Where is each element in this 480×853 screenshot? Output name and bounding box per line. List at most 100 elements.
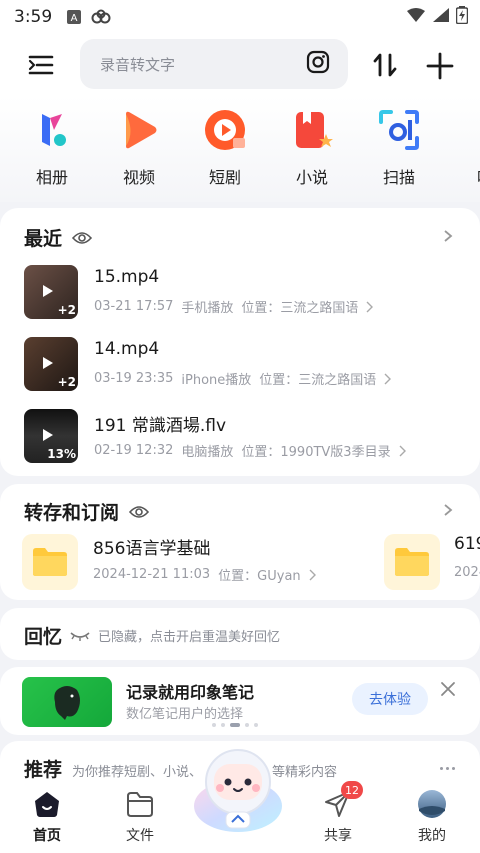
folder-date: 2024 <box>454 565 480 580</box>
play-icon <box>43 357 53 369</box>
file-date: 03-19 23:35 <box>94 371 174 386</box>
quick-nav-novel[interactable]: 小说 <box>282 108 342 188</box>
eye-icon[interactable] <box>129 505 150 519</box>
video-icon <box>117 108 161 152</box>
search-bar[interactable]: 录音转文字 <box>80 39 348 89</box>
chevron-right-icon <box>399 445 406 456</box>
evernote-logo <box>22 677 112 727</box>
folder-name: 619 <box>454 534 480 554</box>
file-meta: 02-19 12:32 电脑播放 位置：1990TV版3季目录 <box>94 441 407 460</box>
recommend-title: 推荐 <box>24 759 63 781</box>
chevron-right-icon <box>309 569 316 580</box>
recent-header[interactable]: 最近 <box>24 224 93 251</box>
memories-card[interactable]: 回忆 已隐藏，点击开启重温美好回忆 <box>0 608 480 660</box>
progress-badge: 13% <box>47 447 76 461</box>
novel-icon <box>290 108 334 152</box>
quick-nav: 相册 视频 短剧 小说 扫描 听 <box>0 96 480 202</box>
tab-share[interactable]: 12 共享 <box>303 781 373 845</box>
menu-button[interactable] <box>24 48 58 82</box>
quick-nav-label: 小说 <box>295 168 328 187</box>
profile-avatar <box>417 789 447 819</box>
notification-a-icon: A <box>66 9 82 25</box>
file-location[interactable]: 位置：三流之路国语 <box>259 369 376 388</box>
ad-title: 记录就用印象笔记 <box>126 683 255 702</box>
play-device: 手机播放 <box>181 301 234 316</box>
share-notification-badge: 12 <box>341 781 363 799</box>
recent-title: 最近 <box>24 228 63 250</box>
ad-try-button[interactable]: 去体验 <box>352 683 428 715</box>
file-name: 14.mp4 <box>94 339 160 359</box>
video-thumbnail: +2 <box>24 337 78 391</box>
memories-title: 回忆 <box>24 626 63 648</box>
eye-icon[interactable] <box>72 231 93 245</box>
app-notification-icon <box>90 9 112 25</box>
folder-location[interactable]: 位置：GUyan <box>218 565 301 584</box>
quick-nav-short-drama[interactable]: 短剧 <box>195 108 255 188</box>
folder-icon <box>384 534 440 590</box>
file-meta: 03-19 23:35 iPhone播放 位置：三流之路国语 <box>94 369 392 388</box>
search-placeholder: 录音转文字 <box>100 55 176 74</box>
quick-nav-label: 视频 <box>122 168 155 187</box>
quick-nav-scan[interactable]: 扫描 <box>369 108 429 188</box>
video-thumbnail: 13% <box>24 409 78 463</box>
file-location[interactable]: 位置：三流之路国语 <box>241 297 358 316</box>
memories-note-text: 已隐藏，点击开启重温美好回忆 <box>98 630 281 645</box>
play-device: iPhone播放 <box>181 373 252 388</box>
add-button[interactable] <box>422 48 458 84</box>
mascot-assistant-button[interactable] <box>190 742 286 838</box>
elephant-icon <box>54 686 80 720</box>
quick-nav-label: 听 <box>455 164 480 188</box>
file-name: 191 常識酒場.flv <box>94 416 227 436</box>
quick-nav-label: 短剧 <box>208 168 241 187</box>
recent-item[interactable]: +2 14.mp4 03-19 23:35 iPhone播放 位置：三流之路国语 <box>24 337 464 391</box>
tab-profile[interactable]: 我的 <box>397 789 467 845</box>
ad-subtitle: 数亿笔记用户的选择 <box>126 707 244 722</box>
chevron-right-icon <box>366 301 374 312</box>
folder-name: 856语言学基础 <box>93 539 211 559</box>
quick-nav-video[interactable]: 视频 <box>109 108 169 188</box>
tab-label: 首页 <box>33 828 61 844</box>
top-header: 录音转文字 <box>0 34 480 96</box>
svg-text:A: A <box>71 13 78 24</box>
quick-nav-album[interactable]: 相册 <box>22 108 82 188</box>
recent-card: 最近 +2 15.mp4 03-21 17:57 手机播放 位置：三流之路国语 … <box>0 208 480 476</box>
close-icon[interactable] <box>440 681 456 697</box>
subscriptions-card: 转存和订阅 856语言学基础 2024-12-21 11:03 位置：GUyan… <box>0 484 480 600</box>
carousel-dot <box>245 723 249 727</box>
quick-nav-listen[interactable]: 听 <box>455 108 480 188</box>
recent-item[interactable]: +2 15.mp4 03-21 17:57 手机播放 位置：三流之路国语 <box>24 265 464 319</box>
signal-icon <box>432 7 450 28</box>
ad-banner[interactable]: 记录就用印象笔记 数亿笔记用户的选择 去体验 <box>0 667 480 735</box>
file-name: 15.mp4 <box>94 267 160 287</box>
chevron-right-icon[interactable] <box>442 230 454 242</box>
status-time: 3:59 <box>14 7 53 27</box>
chevron-right-icon <box>384 373 392 384</box>
tab-files[interactable]: 文件 <box>105 789 175 845</box>
carousel-dot <box>221 723 225 727</box>
more-icon[interactable] <box>440 767 455 770</box>
wifi-icon <box>406 7 426 28</box>
carousel-dot <box>254 723 258 727</box>
folder-item[interactable]: 619 2024 <box>384 534 480 590</box>
share-icon: 12 <box>323 781 363 819</box>
file-location[interactable]: 位置：1990TV版3季目录 <box>241 441 390 460</box>
battery-icon <box>455 5 469 29</box>
astronaut-mascot-icon <box>194 749 282 832</box>
transfer-button[interactable] <box>368 48 402 82</box>
folder-meta: 2024-12-21 11:03 位置：GUyan <box>93 565 317 584</box>
home-icon <box>32 789 62 819</box>
closed-eye-icon <box>70 631 90 641</box>
file-date: 02-19 12:32 <box>94 443 174 458</box>
camera-scan-icon[interactable] <box>306 50 330 78</box>
subscriptions-header[interactable]: 转存和订阅 <box>24 498 150 525</box>
recent-item[interactable]: 13% 191 常識酒場.flv 02-19 12:32 电脑播放 位置：199… <box>24 409 464 463</box>
subscriptions-title: 转存和订阅 <box>24 502 120 524</box>
tab-home[interactable]: 首页 <box>12 789 82 845</box>
memories-note: 已隐藏，点击开启重温美好回忆 <box>70 626 280 645</box>
short-drama-icon <box>203 108 247 152</box>
transfer-arrows-icon <box>373 53 397 77</box>
play-icon <box>43 285 53 297</box>
chevron-right-icon[interactable] <box>442 504 454 516</box>
video-thumbnail: +2 <box>24 265 78 319</box>
folder-item[interactable]: 856语言学基础 2024-12-21 11:03 位置：GUyan <box>22 534 362 590</box>
